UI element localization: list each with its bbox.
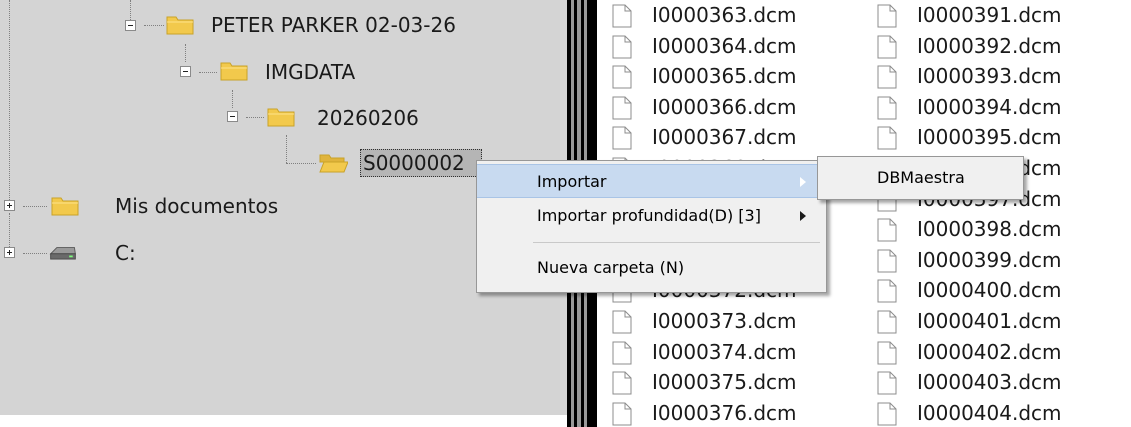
file-icon [612,371,632,395]
file-icon [877,126,897,150]
file-name: I0000400.dcm [917,278,1062,303]
tree-line [286,163,316,164]
file-icon [877,96,897,120]
file-icon [612,96,632,120]
file-icon [612,65,632,89]
menu-item-label: Importar profundidad(D) [3] [537,206,761,225]
tree-line [232,90,233,108]
submenu: DBMaestra [817,156,1024,200]
tree-line [144,25,164,26]
file-name: I0000376.dcm [652,400,797,425]
file-name: I0000392.dcm [917,33,1062,58]
file-icon [877,65,897,89]
tree-node-s0000002[interactable]: S0000002 [360,149,482,177]
file-name: I0000394.dcm [917,94,1062,119]
collapse-toggle[interactable] [227,111,238,122]
tree-line [246,117,264,118]
file-name: I0000375.dcm [652,370,797,395]
tree-line [23,206,47,207]
tree-line [9,0,10,200]
file-name: I0000403.dcm [917,370,1062,395]
file-name: I0000374.dcm [652,339,797,364]
file-name: I0000402.dcm [917,339,1062,364]
pane-bottom-edge [0,415,567,427]
file-icon [877,371,897,395]
tree-node-peter-parker[interactable]: PETER PARKER 02-03-26 [211,12,456,38]
open-folder-icon [319,154,348,173]
file-name: I0000373.dcm [652,309,797,333]
tree-node-mis-documentos[interactable]: Mis documentos [115,193,278,219]
file-name: I0000363.dcm [652,3,797,27]
folder-icon [51,197,79,216]
folder-icon [267,108,295,127]
menu-separator [533,242,820,243]
file-name: I0000365.dcm [652,64,797,89]
expand-toggle[interactable] [4,200,15,211]
menu-item-importar[interactable]: Importar [477,164,826,198]
tree-node-imgdata[interactable]: IMGDATA [265,59,355,85]
file-icon [877,279,897,303]
menu-item-importar-profundidad[interactable]: Importar profundidad(D) [3] [477,199,826,233]
folder-icon [220,62,248,81]
submenu-arrow-icon [800,211,806,221]
file-icon [612,341,632,365]
tree-line [199,72,217,73]
menu-item-label: Nueva carpeta (N) [537,258,685,277]
menu-item-label: Importar [537,172,607,191]
menu-item-label: DBMaestra [877,168,965,187]
file-icon [877,35,897,59]
file-icon [877,249,897,273]
file-icon [612,4,632,28]
file-name: I0000395.dcm [917,125,1062,150]
file-name: I0000399.dcm [917,247,1062,272]
context-menu: Importar Importar profundidad(D) [3] Nue… [476,160,827,293]
file-name: I0000401.dcm [917,309,1062,333]
file-name: I0000391.dcm [917,3,1062,27]
submenu-item-dbmaestra[interactable]: DBMaestra [818,161,1023,195]
tree-line [9,213,10,247]
tree-line [23,253,47,254]
file-icon [612,126,632,150]
file-icon [612,310,632,334]
hard-drive-icon [49,247,76,260]
tree-node-c-drive[interactable]: C: [115,240,136,266]
tree-line [130,0,131,20]
file-name: I0000367.dcm [652,125,797,150]
folder-icon [166,16,194,35]
file-icon [877,218,897,242]
collapse-toggle[interactable] [180,66,191,77]
file-icon [877,4,897,28]
menu-item-nueva-carpeta[interactable]: Nueva carpeta (N) [477,251,826,285]
file-icon [877,310,897,334]
tree-line [286,135,287,163]
file-name: I0000364.dcm [652,33,797,58]
file-icon [877,402,897,426]
file-icon [877,341,897,365]
file-icon [612,35,632,59]
tree-node-20260206[interactable]: 20260206 [317,105,419,131]
collapse-toggle[interactable] [125,20,136,31]
file-name: I0000393.dcm [917,64,1062,89]
submenu-arrow-icon [800,177,806,187]
file-icon [612,402,632,426]
tree-line [185,44,186,62]
expand-toggle[interactable] [4,247,15,258]
file-name: I0000404.dcm [917,400,1062,425]
file-name: I0000398.dcm [917,217,1062,242]
file-name: I0000366.dcm [652,94,797,119]
